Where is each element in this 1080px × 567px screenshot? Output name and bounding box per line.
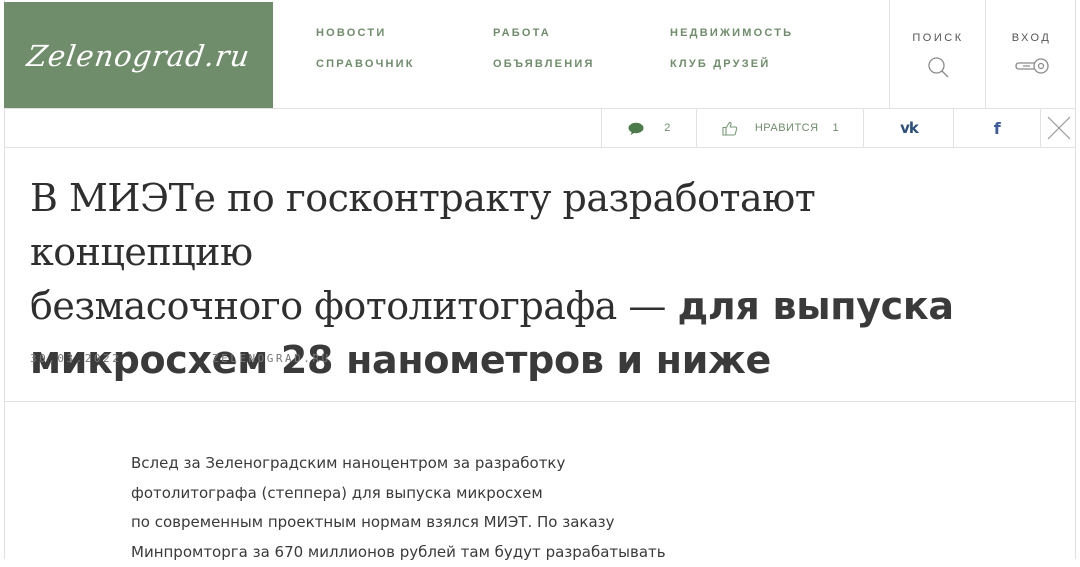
close-button[interactable] — [1040, 109, 1077, 147]
login-label: ВХОД — [1012, 32, 1052, 44]
article-source-link[interactable]: ZELENOGRAD.RU — [212, 352, 331, 365]
article-body: Вслед за Зеленоградским наноцентром за р… — [131, 449, 731, 567]
nav-item-jobs[interactable]: РАБОТА — [493, 27, 551, 39]
login-button[interactable]: ВХОД — [985, 0, 1077, 108]
comment-icon — [628, 122, 644, 135]
thumbs-up-icon — [722, 121, 738, 136]
headline-part-3: для выпуска — [678, 284, 954, 328]
logo-text: Zelenograd.ru — [25, 39, 253, 73]
like-label: НРАВИТСЯ — [755, 122, 819, 134]
nav-item-directory[interactable]: СПРАВОЧНИК — [316, 58, 415, 70]
comments-count: 2 — [664, 122, 671, 134]
headline-part-4: микросхем 28 нанометров и ниже — [30, 338, 771, 382]
body-line: Вслед за Зеленоградским наноцентром за р… — [131, 449, 731, 479]
article-headline: В МИЭТе по госконтракту разработают конц… — [30, 172, 1030, 388]
body-line: по современным проектным нормам взялся М… — [131, 508, 731, 538]
vk-share-button[interactable]: vk — [863, 109, 954, 147]
article-date: 30.03.2022 — [30, 352, 121, 365]
close-icon — [1047, 116, 1071, 140]
nav-item-ads[interactable]: ОБЪЯВЛЕНИЯ — [493, 58, 595, 70]
site-logo[interactable]: Zelenograd.ru — [4, 2, 273, 109]
nav-item-friends-club[interactable]: КЛУБ ДРУЗЕЙ — [670, 58, 770, 70]
share-bar: 2 НРАВИТСЯ 1 vk f — [4, 109, 1076, 148]
search-icon — [927, 56, 949, 78]
search-button[interactable]: ПОИСК — [889, 0, 986, 108]
content-divider — [4, 401, 1076, 402]
headline-part-1: В МИЭТе по госконтракту разработают конц… — [30, 176, 815, 274]
search-label: ПОИСК — [912, 32, 963, 44]
headline-part-2: безмасочного фотолитографа — — [30, 284, 678, 328]
body-line: Минпромторга за 670 миллионов рублей там… — [131, 538, 731, 567]
main-nav: НОВОСТИ РАБОТА НЕДВИЖИМОСТЬ СПРАВОЧНИК О… — [273, 0, 890, 109]
nav-item-realty[interactable]: НЕДВИЖИМОСТЬ — [670, 27, 793, 39]
facebook-share-button[interactable]: f — [953, 109, 1041, 147]
key-icon — [1014, 56, 1050, 76]
like-button[interactable]: НРАВИТСЯ 1 — [696, 109, 864, 147]
nav-item-news[interactable]: НОВОСТИ — [316, 27, 386, 39]
like-count: 1 — [833, 122, 840, 134]
body-line: фотолитографа (степпера) для выпуска мик… — [131, 479, 731, 509]
comments-button[interactable]: 2 — [601, 109, 697, 147]
facebook-icon: f — [994, 119, 1001, 138]
vk-icon: vk — [900, 119, 918, 137]
